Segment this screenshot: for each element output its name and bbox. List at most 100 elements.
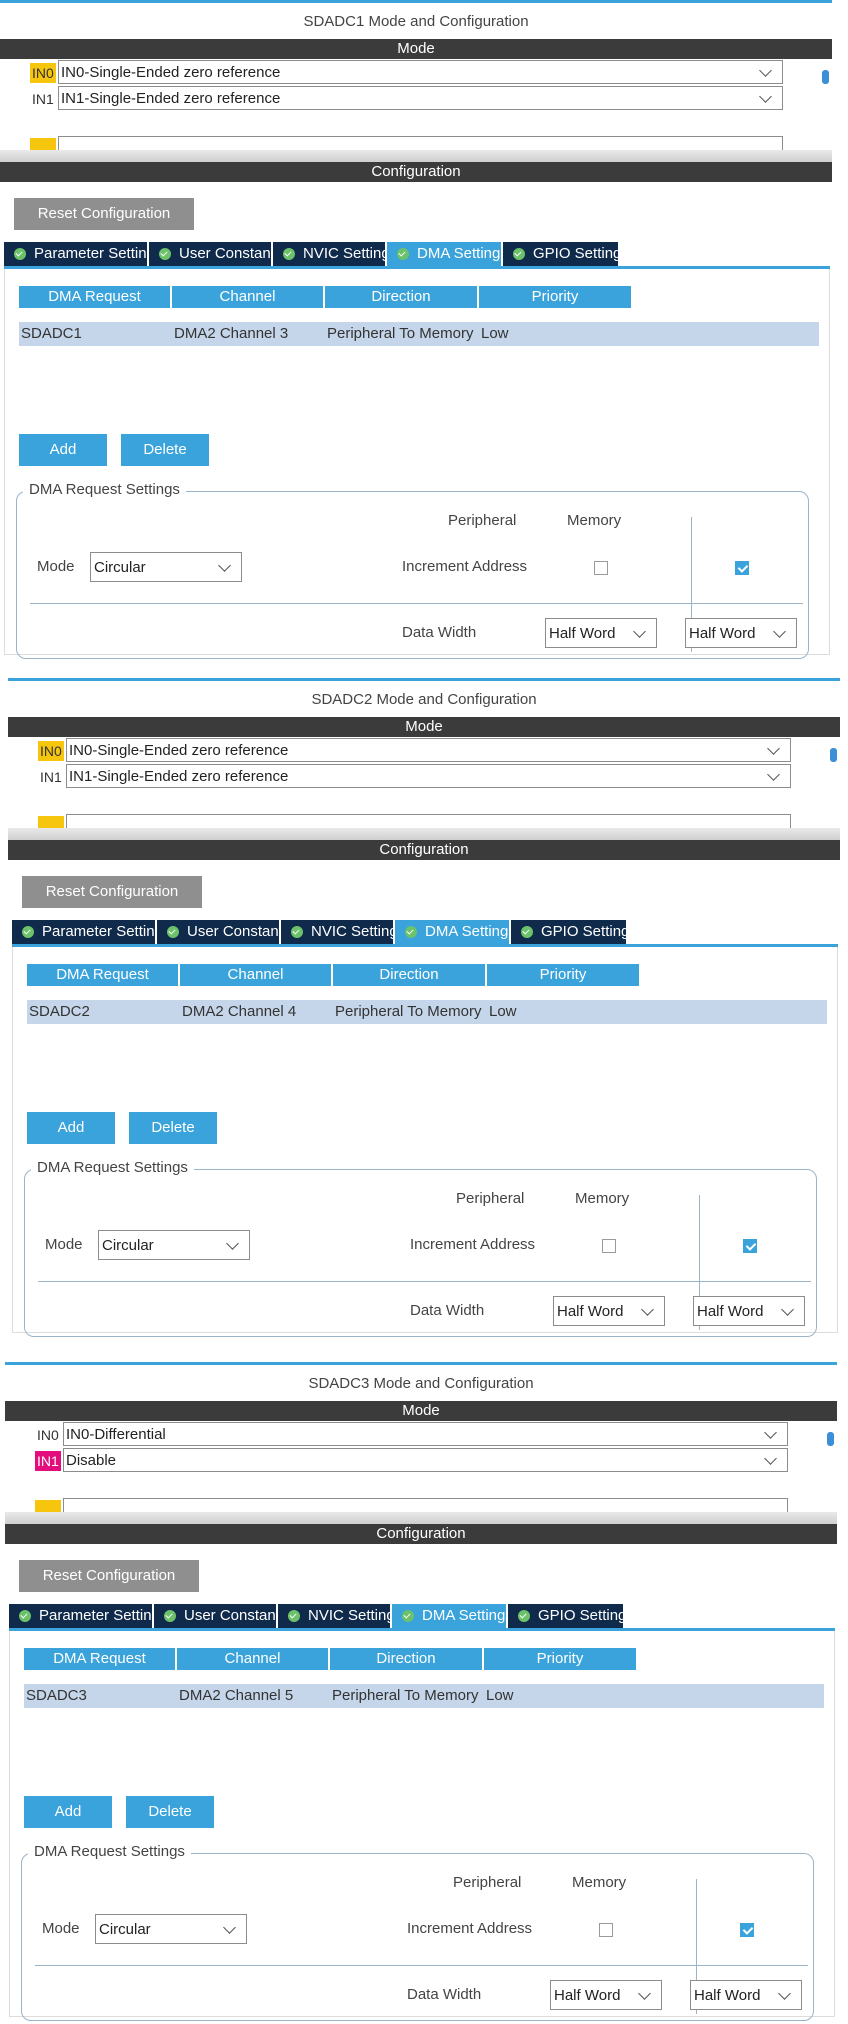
mode-scrollbar-thumb[interactable] [822,70,829,84]
tab-gpio-settings[interactable]: GPIO Settings [508,1604,634,1628]
column-header[interactable]: Direction [325,286,477,308]
tab-parameter-settings[interactable]: Parameter Settings [9,1604,167,1628]
pin-mode-select-in0[interactable]: IN0-Single-Ended zero reference [66,738,791,762]
pin-mode-select-in0[interactable]: IN0-Differential [63,1422,788,1446]
pin-mode-select-partial[interactable] [58,136,783,150]
tab-label: NVIC Settings [308,1607,403,1624]
pin-mode-select-partial[interactable] [63,1498,788,1512]
peripheral-increment-checkbox[interactable] [599,1923,613,1937]
tab-gpio-settings[interactable]: GPIO Settings [503,242,629,266]
dma-mode-value: Circular [99,1921,151,1938]
chevron-down-icon [759,64,772,77]
tab-user-constants[interactable]: User Constants [154,1604,287,1628]
delete-button[interactable]: Delete [126,1796,214,1828]
memory-increment-checkbox[interactable] [743,1239,757,1253]
pin-label-partial [38,816,64,828]
panel-top-line [8,678,840,681]
peripheral-data-width-select[interactable]: Half Word [550,1980,662,2010]
pin-mode-select-in0[interactable]: IN0-Single-Ended zero reference [58,60,783,84]
chevron-down-icon [223,1921,236,1934]
add-button[interactable]: Add [24,1796,112,1828]
pin-row-in0: IN0 IN0-Single-Ended zero reference [8,737,808,763]
table-row[interactable]: SDADC2 DMA2 Channel 4 Peripheral To Memo… [27,1000,827,1024]
reset-configuration-button[interactable]: Reset Configuration [22,876,202,908]
mode-section-header: Mode [8,717,840,737]
pin-mode-select-in1[interactable]: IN1-Single-Ended zero reference [66,764,791,788]
column-header[interactable]: Priority [487,964,639,986]
delete-button[interactable]: Delete [121,434,209,466]
reset-configuration-button[interactable]: Reset Configuration [19,1560,199,1592]
row-divider [38,1281,811,1282]
column-header[interactable]: Direction [333,964,485,986]
column-header[interactable]: Direction [330,1648,482,1670]
mode-scrollbar[interactable] [827,1432,834,1512]
mode-area: IN0 IN0-Single-Ended zero reference IN1 … [8,737,840,828]
peripheral-increment-checkbox[interactable] [602,1239,616,1253]
chevron-down-icon [226,1237,239,1250]
column-header[interactable]: Priority [484,1648,636,1670]
table-cell-channel: DMA2 Channel 5 [179,1687,294,1704]
add-button[interactable]: Add [19,434,107,466]
pin-mode-select-in1[interactable]: Disable [63,1448,788,1472]
tab-user-constants[interactable]: User Constants [149,242,282,266]
memory-data-width-value: Half Word [697,1303,764,1320]
tab-parameter-settings[interactable]: Parameter Settings [4,242,162,266]
check-circle-icon [513,248,525,260]
settings-legend: DMA Request Settings [23,481,186,498]
pin-mode-select-partial[interactable] [66,814,791,828]
mode-scrollbar-thumb[interactable] [827,1432,834,1446]
tab-gpio-settings[interactable]: GPIO Settings [511,920,637,944]
column-header[interactable]: DMA Request [27,964,178,986]
memory-data-width-select[interactable]: Half Word [685,618,797,648]
column-header[interactable]: Channel [180,964,331,986]
reset-configuration-button[interactable]: Reset Configuration [14,198,194,230]
memory-data-width-select[interactable]: Half Word [693,1296,805,1326]
column-header[interactable]: DMA Request [24,1648,175,1670]
pin-mode-select-in1[interactable]: IN1-Single-Ended zero reference [58,86,783,110]
increment-address-label: Increment Address [410,1236,536,1253]
tab-parameter-settings[interactable]: Parameter Settings [12,920,170,944]
dma-mode-select[interactable]: Circular [98,1230,250,1260]
memory-column-label: Memory [575,1190,630,1207]
tab-nvic-settings[interactable]: NVIC Settings [281,920,405,944]
tab-nvic-settings[interactable]: NVIC Settings [278,1604,402,1628]
peripheral-data-width-select[interactable]: Half Word [545,618,657,648]
panel-splitter[interactable] [5,1512,837,1524]
dma-mode-select[interactable]: Circular [95,1914,247,1944]
dma-mode-select[interactable]: Circular [90,552,242,582]
table-cell-priority: Low [481,325,509,342]
add-button[interactable]: Add [27,1112,115,1144]
column-header[interactable]: DMA Request [19,286,170,308]
table-row[interactable]: SDADC3 DMA2 Channel 5 Peripheral To Memo… [24,1684,824,1708]
column-header[interactable]: Channel [172,286,323,308]
chevron-down-icon [773,625,786,638]
tab-dma-settings[interactable]: DMA Settings [392,1604,513,1628]
memory-data-width-select[interactable]: Half Word [690,1980,802,2010]
tab-user-constants[interactable]: User Constants [157,920,290,944]
pin-row-in1: IN1 Disable [5,1447,805,1473]
peripheral-data-width-select[interactable]: Half Word [553,1296,665,1326]
memory-increment-checkbox[interactable] [740,1923,754,1937]
pin-label-partial [30,138,56,150]
mode-scrollbar-thumb[interactable] [830,748,837,762]
tab-nvic-settings[interactable]: NVIC Settings [273,242,397,266]
tab-label: User Constants [187,923,291,940]
pin-label-in1: IN1 [40,769,62,785]
tab-dma-settings[interactable]: DMA Settings [387,242,508,266]
tab-dma-settings[interactable]: DMA Settings [395,920,516,944]
panel-splitter[interactable] [8,828,840,840]
pin-label-in1: IN1 [32,91,54,107]
column-header[interactable]: Priority [479,286,631,308]
panel-splitter[interactable] [0,150,832,162]
mode-scrollbar[interactable] [822,70,829,150]
mode-scrollbar[interactable] [830,748,837,828]
dma-table-header: DMA Request Channel Direction Priority [24,1648,824,1670]
check-circle-icon [164,1610,176,1622]
memory-increment-checkbox[interactable] [735,561,749,575]
table-row[interactable]: SDADC1 DMA2 Channel 3 Peripheral To Memo… [19,322,819,346]
settings-legend: DMA Request Settings [28,1843,191,1860]
column-header[interactable]: Channel [177,1648,328,1670]
chevron-down-icon [759,90,772,103]
delete-button[interactable]: Delete [129,1112,217,1144]
peripheral-increment-checkbox[interactable] [594,561,608,575]
